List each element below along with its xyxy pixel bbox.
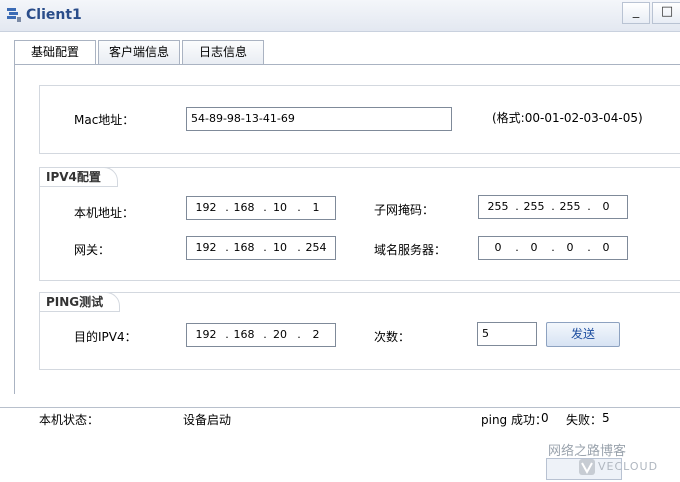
ip-octet: 168: [233, 201, 255, 214]
ping-group-title: PING测试: [39, 292, 121, 312]
local-ip-input[interactable]: 192 . 168 . 10 . 1: [186, 196, 336, 220]
ping-count-label: 次数：: [374, 330, 411, 344]
tab-basic-config[interactable]: 基础配置: [14, 40, 96, 65]
ip-octet: 2: [312, 328, 320, 341]
watermark-logo-icon: [579, 459, 595, 475]
window-title: Client1: [26, 7, 82, 23]
ip-octet: 0: [602, 200, 610, 213]
mac-label: Mac地址：: [74, 113, 135, 127]
ip-octet: 10: [273, 201, 287, 214]
dns-label: 域名服务器：: [374, 243, 447, 257]
ipv4-group: IPV4配置: [39, 167, 680, 281]
dest-ip-label: 目的IPV4：: [74, 330, 137, 344]
ip-octet: 192: [195, 201, 217, 214]
local-ip-label: 本机地址：: [74, 206, 135, 220]
ip-octet: 255: [523, 200, 545, 213]
mac-value: 54-89-98-13-41-69: [191, 112, 295, 125]
ip-octet: 0: [566, 241, 574, 254]
ping-fail-count: 5: [602, 411, 610, 425]
ping-fail-label: 失败：: [566, 413, 603, 427]
watermark: 网络之路博客 VECLOUD: [522, 440, 672, 480]
maximize-button[interactable]: □: [652, 2, 680, 24]
device-status-value: 设备启动: [183, 413, 232, 427]
mac-input[interactable]: 54-89-98-13-41-69: [186, 107, 452, 131]
ping-success-count: 0: [541, 411, 549, 425]
ip-octet: 10: [273, 241, 287, 254]
gateway-label: 网关：: [74, 243, 111, 257]
maximize-icon: □: [660, 4, 674, 19]
dns-input[interactable]: 0 . 0 . 0 . 0: [478, 236, 628, 260]
ip-octet: 255: [487, 200, 509, 213]
subnet-mask-label: 子网掩码：: [374, 203, 435, 217]
ip-octet: 168: [233, 328, 255, 341]
network-host-icon: [7, 8, 21, 22]
ping-success-label: ping 成功：: [481, 413, 547, 427]
watermark-text: 网络之路博客: [548, 444, 627, 459]
send-button[interactable]: 发送: [546, 322, 620, 347]
ping-count-value: 5: [482, 327, 489, 340]
ip-octet: 192: [195, 241, 217, 254]
dest-ip-input[interactable]: 192 . 168 . 20 . 2: [186, 323, 336, 347]
minimize-icon: _: [632, 4, 640, 19]
ip-octet: 168: [233, 241, 255, 254]
ip-octet: 0: [602, 241, 610, 254]
ip-octet: 192: [195, 328, 217, 341]
tab-client-info[interactable]: 客户端信息: [98, 40, 180, 64]
subnet-mask-input[interactable]: 255 . 255 . 255 . 0: [478, 195, 628, 219]
ip-octet: 1: [312, 201, 320, 214]
mac-format-hint: (格式:00-01-02-03-04-05): [492, 111, 643, 125]
device-status-label: 本机状态：: [39, 413, 100, 427]
tab-log-info[interactable]: 日志信息: [182, 40, 264, 64]
ip-octet: 0: [530, 241, 538, 254]
ip-octet: 254: [305, 241, 327, 254]
title-bar: Client1 _ □: [0, 0, 680, 32]
ip-octet: 20: [273, 328, 287, 341]
ip-octet: 0: [494, 241, 502, 254]
gateway-input[interactable]: 192 . 168 . 10 . 254: [186, 236, 336, 260]
ip-octet: 255: [559, 200, 581, 213]
ipv4-group-title: IPV4配置: [39, 167, 118, 187]
ping-count-input[interactable]: 5: [477, 322, 537, 346]
minimize-button[interactable]: _: [622, 2, 650, 24]
watermark-logo-text: VECLOUD: [598, 460, 659, 473]
status-divider: [0, 407, 680, 408]
